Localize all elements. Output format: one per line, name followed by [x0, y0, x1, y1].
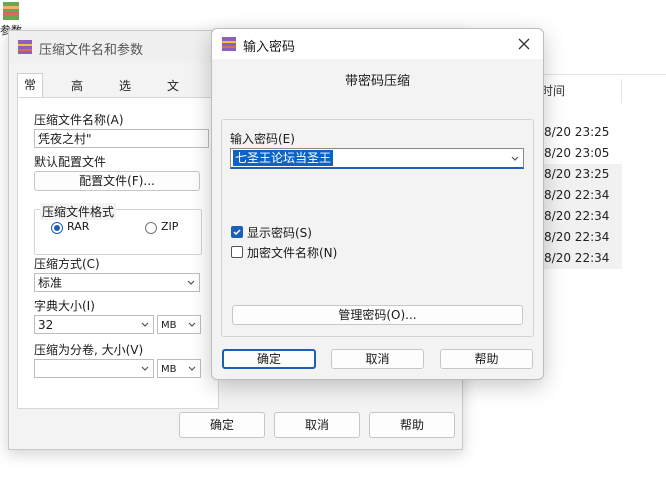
password-input[interactable]: 七圣王论坛当圣王	[230, 148, 524, 169]
tab-files[interactable]: 文件	[161, 75, 185, 115]
password-ok-button[interactable]: 确定	[222, 349, 316, 369]
checkmark-icon	[233, 229, 241, 236]
manage-passwords-button[interactable]: 管理密码(O)...	[232, 305, 523, 325]
chevron-down-icon	[141, 322, 149, 327]
format-zip-label: ZIP	[161, 220, 179, 233]
chevron-down-icon[interactable]	[511, 155, 519, 163]
dict-size-select[interactable]: 32	[34, 315, 154, 334]
list-item[interactable]: /8/20 23:25	[540, 164, 622, 185]
dict-size-label: 字典大小(I)	[34, 299, 95, 313]
tab-options[interactable]: 选项	[113, 75, 137, 115]
list-item[interactable]: /8/20 22:34	[540, 248, 622, 269]
password-heading: 带密码压缩	[344, 74, 410, 89]
chevron-down-icon	[141, 366, 149, 371]
format-rar-radio[interactable]	[51, 222, 63, 234]
dict-unit-value: MB	[161, 320, 177, 331]
format-rar-label: RAR	[67, 220, 90, 233]
chevron-down-icon	[187, 280, 195, 285]
dict-unit-select[interactable]: MB	[157, 315, 201, 334]
archive-name-label: 压缩文件名称(A)	[34, 113, 124, 127]
chevron-down-icon	[188, 322, 196, 327]
params-help-button[interactable]: 帮助	[369, 412, 455, 438]
show-password-checkbox[interactable]	[231, 226, 243, 238]
method-label: 压缩方式(C)	[34, 257, 100, 271]
winrar-icon	[18, 40, 32, 54]
split-size-label: 压缩为分卷, 大小(V)	[34, 343, 144, 357]
enter-password-label: 输入密码(E)	[230, 132, 295, 146]
list-item[interactable]: /8/20 23:05	[540, 143, 622, 164]
split-size-input[interactable]	[34, 359, 154, 378]
password-help-button[interactable]: 帮助	[440, 349, 533, 369]
list-item[interactable]: /8/20 22:34	[540, 185, 622, 206]
close-icon[interactable]	[515, 35, 533, 53]
format-zip-radio[interactable]	[145, 222, 157, 234]
format-group-label: 压缩文件格式	[40, 203, 117, 220]
encrypt-filenames-checkbox[interactable]	[231, 246, 243, 258]
params-ok-button[interactable]: 确定	[179, 412, 265, 438]
tab-general[interactable]: 常规	[17, 73, 44, 114]
show-password-label[interactable]: 显示密码(S)	[247, 224, 312, 241]
default-profile-label: 默认配置文件	[34, 155, 107, 169]
winrar-icon	[222, 37, 236, 51]
password-cancel-button[interactable]: 取消	[331, 349, 424, 369]
split-unit-select[interactable]: MB	[157, 359, 201, 378]
list-item[interactable]: /8/20 22:34	[540, 227, 622, 248]
password-dialog-title: 输入密码	[243, 40, 296, 55]
params-dialog-title: 压缩文件名和参数	[39, 43, 144, 58]
list-item[interactable]: /8/20 23:25	[540, 122, 622, 143]
background-toolbar-strip	[540, 52, 666, 75]
list-item[interactable]: /8/20 22:34	[540, 206, 622, 227]
archive-name-field[interactable]: 凭夜之村"	[34, 129, 209, 148]
password-input-value: 七圣王论坛当圣王	[233, 150, 334, 166]
encrypt-filenames-label[interactable]: 加密文件名称(N)	[247, 244, 337, 261]
chevron-down-icon	[188, 366, 196, 371]
split-unit-value: MB	[161, 364, 177, 375]
method-select[interactable]: 标准	[34, 273, 200, 292]
password-dialog: 输入密码 带密码压缩 输入密码(E) 七圣王论坛当圣王 显示密码(S) 加密文件…	[211, 28, 544, 380]
winrar-app-icon	[3, 2, 19, 20]
params-cancel-button[interactable]: 取消	[274, 412, 360, 438]
column-header-time[interactable]: 时间	[541, 79, 622, 103]
profile-button[interactable]: 配置文件(F)...	[34, 171, 200, 191]
method-value: 标准	[38, 276, 63, 290]
dict-size-value: 32	[38, 318, 54, 332]
tab-advanced[interactable]: 高级	[65, 75, 89, 115]
